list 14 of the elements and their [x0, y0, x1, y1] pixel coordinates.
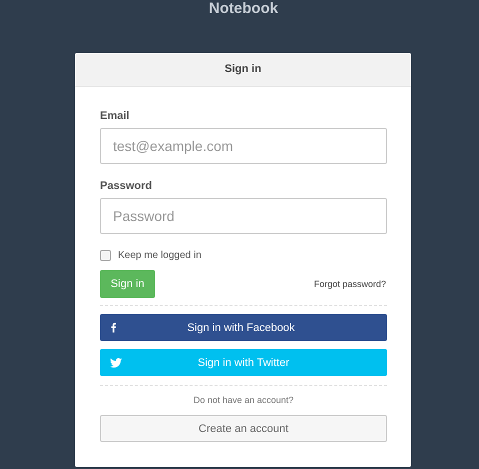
password-field[interactable]: Password	[100, 198, 387, 234]
forgot-password-link[interactable]: Forgot password?	[314, 279, 386, 289]
app-title: Notebook	[208, 0, 278, 18]
create-account-button[interactable]: Create an account	[100, 415, 387, 442]
card-header: Sign in	[75, 53, 411, 87]
f-icon	[111, 322, 116, 333]
email-field[interactable]: test@example.com	[100, 128, 387, 164]
checkbox[interactable]	[100, 250, 111, 260]
signup-prompt: Do not have an account?	[192, 395, 295, 405]
checkbox-label: Keep me logged in	[118, 250, 202, 260]
facebook-sign-in-button[interactable]: Sign in with Facebook	[100, 314, 387, 341]
field-label: Email	[100, 109, 130, 123]
bird-icon	[110, 358, 122, 368]
field-label: Password	[100, 179, 153, 193]
